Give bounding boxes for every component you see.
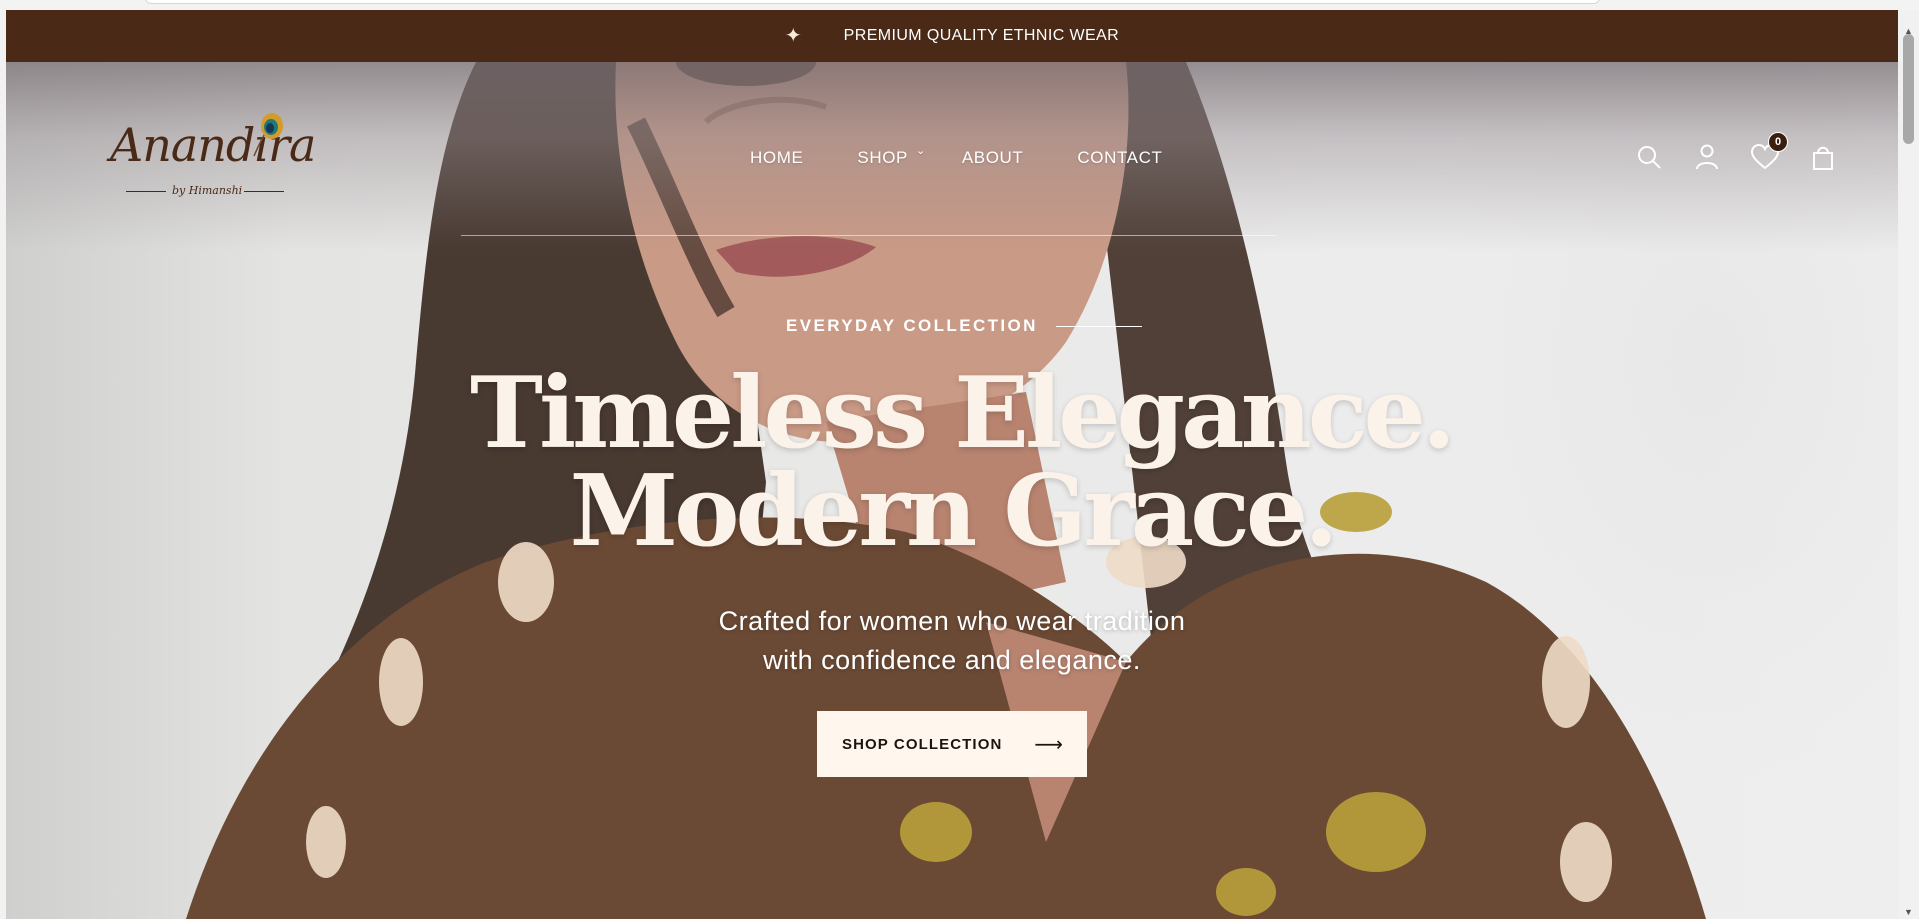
chevron-down-icon: ⌄ [915, 145, 926, 157]
page: ✦ PREMIUM QUALITY ETHNIC WEAR Anandira b… [6, 10, 1898, 919]
nav-about[interactable]: ABOUT [962, 148, 1024, 168]
hero-eyebrow: EVERYDAY COLLECTION [786, 316, 1142, 336]
subtitle-line-1: Crafted for women who wear tradition [718, 606, 1186, 636]
logo-tagline: by Himanshi [172, 184, 243, 197]
main-nav: HOME SHOP ⌄ ABOUT CONTACT [750, 145, 1162, 168]
browser-chrome [0, 0, 1919, 10]
announcement-text: PREMIUM QUALITY ETHNIC WEAR [843, 27, 1120, 44]
cart-button[interactable] [1808, 142, 1838, 172]
nav-home-label: HOME [750, 148, 804, 167]
account-button[interactable] [1692, 142, 1722, 172]
search-button[interactable] [1634, 142, 1664, 172]
nav-home[interactable]: HOME [750, 148, 803, 168]
shopping-bag-icon [1813, 146, 1833, 170]
site-header: Anandira by Himanshi HOME SHOP ⌄ ABOUT CO… [6, 62, 1898, 236]
headline-line-1: Timeless Elegance. [470, 356, 1456, 471]
cta-label: SHOP COLLECTION [842, 735, 1003, 753]
nav-about-label: ABOUT [961, 148, 1024, 167]
nav-contact[interactable]: CONTACT [1077, 148, 1162, 168]
eyebrow-line [1055, 325, 1142, 327]
hero-subtitle: Crafted for women who wear tradition wit… [6, 602, 1898, 680]
header-icons: 0 [1634, 132, 1838, 172]
user-icon [1696, 144, 1718, 170]
address-bar[interactable] [145, 0, 1600, 4]
logo[interactable]: Anandira by Himanshi [104, 112, 316, 212]
header-divider [461, 235, 1276, 236]
hero-headline: Timeless Elegance. Modern Grace. [6, 365, 1898, 561]
logo-rule-right [244, 191, 284, 192]
scrollbar-thumb[interactable] [1903, 34, 1914, 144]
nav-shop[interactable]: SHOP ⌄ [857, 145, 925, 168]
nav-contact-label: CONTACT [1077, 148, 1163, 167]
page-scrollbar[interactable]: ▲ ▼ [1898, 10, 1919, 919]
wishlist-button[interactable]: 0 [1750, 132, 1788, 172]
logo-rule-left [126, 191, 166, 192]
wishlist-count-badge: 0 [1768, 132, 1788, 152]
eyebrow-text: EVERYDAY COLLECTION [786, 316, 1038, 335]
subtitle-line-2: with confidence and elegance. [763, 645, 1141, 675]
announcement-bar: ✦ PREMIUM QUALITY ETHNIC WEAR [6, 10, 1898, 62]
shop-collection-button[interactable]: SHOP COLLECTION ⟶ [817, 711, 1087, 777]
headline-line-2: Modern Grace. [569, 454, 1339, 569]
scroll-down-icon[interactable]: ▼ [1898, 905, 1919, 919]
peacock-feather-icon [253, 113, 283, 157]
search-icon [1638, 146, 1661, 169]
sparkle-icon: ✦ [784, 25, 802, 47]
nav-shop-label: SHOP [857, 148, 908, 167]
arrow-right-icon: ⟶ [1034, 733, 1063, 756]
